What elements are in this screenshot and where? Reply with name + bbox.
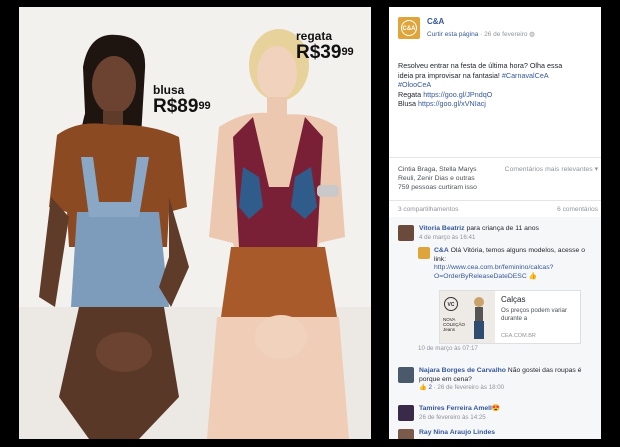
avatar[interactable] [398,225,414,241]
left-model-overalls [71,212,169,307]
post-date[interactable]: 26 de fevereiro [484,31,527,38]
reply-link-2[interactable]: O=OrderByReleaseDateDESC 👍 [434,273,592,282]
post-text-line: Resolveu entrar na festa de última hora?… [398,61,563,70]
post-text: Resolveu entrar na festa de última hora?… [398,61,598,109]
link-preview-card[interactable]: VC NOVA COLEÇÃO Jeans Calças Os preços p… [439,290,581,344]
reply-body: C&A Olá Vitória, temos alguns modelos, a… [434,247,592,281]
comment-like-count: 2 [428,384,432,391]
blusa-url[interactable]: https://goo.gl/xVNIacj [418,99,486,108]
reply-text: Olá Vitória, temos alguns modelos, acess… [434,247,585,263]
reply-author[interactable]: C&A [434,247,449,254]
regata-price: R$3999 [296,43,354,62]
model-thumbnail [474,297,484,339]
comment-date: 26 de fevereiro às 18:00 [437,384,505,391]
like-page-link[interactable]: Curtir esta página [427,31,478,38]
regata-price-cents: 99 [341,46,354,58]
link-title: Calças [501,295,526,304]
comment-body: Tamires Ferreira Amell😍 26 de fevereiro … [419,405,597,422]
comment-body: Vitoria Beatriz para criança de 11 anos … [419,225,597,242]
globe-icon: ◍ [529,31,535,38]
regata-price-tag: regata R$3999 [296,29,354,62]
blusa-price-whole: 89 [177,96,199,117]
divider [389,200,601,201]
reply-link[interactable]: http://www.cea.com.br/feminino/calcas? [434,264,592,273]
hashtag-link[interactable]: #OlooCeA [398,80,598,90]
comment-body: Ray Nina Araujo Lindes [419,429,597,438]
page-name[interactable]: C&A [427,17,444,26]
blusa-label: blusa [153,83,185,97]
like-count-badge[interactable]: 👍 2 [419,384,432,391]
comment-author[interactable]: Vitoria Beatriz [419,225,465,232]
blusa-price: R$8999 [153,97,211,116]
comment-meta: 👍 2 · 26 de fevereiro às 18:00 [419,384,505,391]
link-preview-image: VC NOVA COLEÇÃO Jeans [440,291,495,343]
regata-currency: R$ [296,42,321,63]
blusa-link-label: Blusa [398,99,416,108]
regata-link-label: Regata [398,89,422,99]
emoji-icon: 😍 [491,405,501,412]
reaction-names-2[interactable]: Reuli, Zenir Dias e outras [398,174,598,183]
regata-price-whole: 39 [320,42,342,63]
comment-body: Najara Borges de Carvalho Não gostei das… [419,367,597,393]
models-illustration [19,7,371,439]
post-text-line: ideia pra improvisar na fantasia! #Carna… [398,71,598,81]
post-meta: Curtir esta página · 26 de fevereiro ◍ [427,30,535,38]
comment-author[interactable]: Tamires Ferreira Amell😍 [419,405,500,412]
link-description: Os preços podem variar durante a [501,307,568,322]
post-text-fragment: ideia pra improvisar na fantasia! [398,70,500,80]
caret-down-icon: ▾ [592,166,598,173]
comments-section: Vitoria Beatriz para criança de 11 anos … [389,217,601,439]
thumbs-up-icon: 👍 [528,272,538,280]
comment-author-name: Tamires Ferreira Amell [419,405,492,412]
reply-link-2-text: O=OrderByReleaseDateDESC [434,272,527,280]
link-domain: CEA.COM.BR [501,333,536,339]
vc-logo: VC [444,297,458,311]
blusa-price-tag: blusa R$8999 [153,83,211,116]
hashtag-link[interactable]: #CarnavalCeA [502,71,549,80]
avatar[interactable] [398,405,414,421]
comment-sort-dropdown[interactable]: Comentários mais relevantes ▾ [505,165,598,174]
reactions-summary: Cintia Braga, Stella Marys Reuli, Zenir … [398,165,598,192]
comment-author[interactable]: Ray Nina Araujo Lindes [419,429,495,436]
reply-meta-row: 10 de março às 07:17 [418,345,598,354]
comments-count[interactable]: 6 comentários [557,206,598,213]
regata-line: Regata https://goo.gl/JPndqO [398,90,598,100]
right-model-face [257,46,297,100]
post-header: C&A C&A Curtir esta página · 26 de fever… [398,17,598,43]
page-avatar[interactable]: C&A [398,17,420,39]
avatar[interactable] [398,429,414,439]
comment-author[interactable]: Najara Borges de Carvalho [419,367,506,374]
comment-meta: 26 de fevereiro às 14:25 [419,413,486,421]
blusa-currency: R$ [153,96,178,117]
engagement-counts: 3 compartilhamentos 6 comentários [398,206,598,213]
post-photo[interactable]: blusa R$8999 regata R$3999 [19,7,371,439]
shares-count[interactable]: 3 compartilhamentos [398,206,458,213]
collection-label: NOVA COLEÇÃO Jeans [443,317,466,332]
comment-text: para criança de 11 anos [466,225,539,232]
regata-url[interactable]: https://goo.gl/JPndqO [423,90,492,99]
page-reply-avatar[interactable] [418,247,430,259]
page-logo-text: C&A [401,20,417,36]
sort-label: Comentários mais relevantes [504,166,593,173]
avatar[interactable] [398,367,414,383]
like-count[interactable]: 759 pessoas curtiram isso [398,183,598,192]
regata-label: regata [296,29,333,43]
right-model-skirt [221,247,337,317]
post-panel: C&A C&A Curtir esta página · 26 de fever… [389,7,601,439]
reply-meta: 10 de março às 07:17 [418,345,478,352]
divider [389,157,601,158]
comment-meta: 4 de março às 16:41 [419,233,476,241]
blusa-price-cents: 99 [198,100,211,112]
blusa-line: Blusa https://goo.gl/xVNIacj [398,99,598,109]
